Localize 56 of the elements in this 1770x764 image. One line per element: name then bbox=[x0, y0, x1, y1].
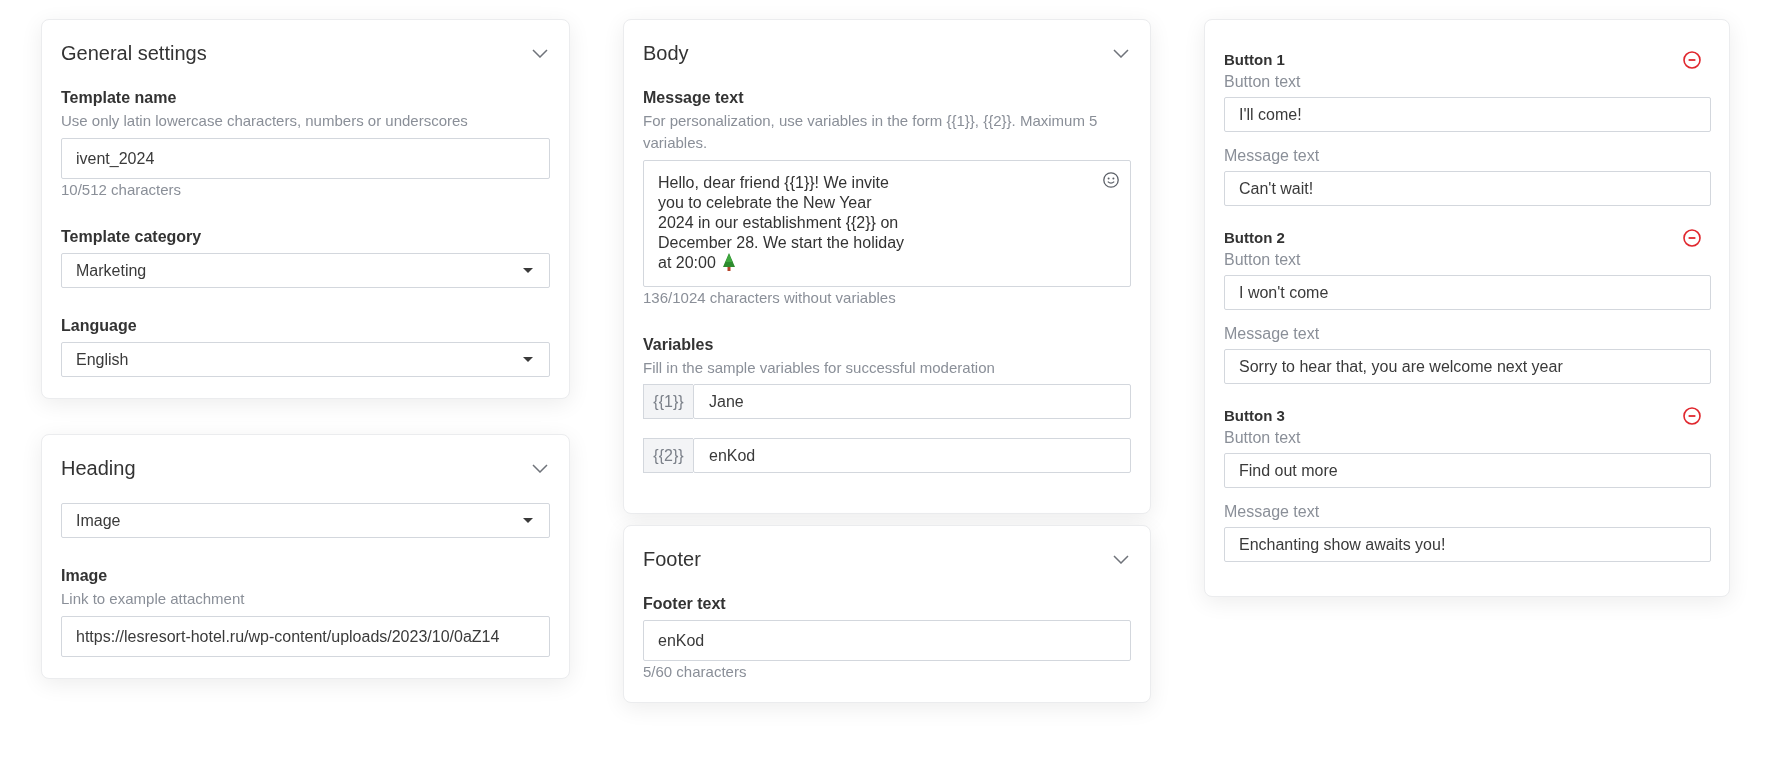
field-label: Button text bbox=[1224, 428, 1302, 448]
text-input[interactable]: enKod bbox=[643, 620, 1131, 661]
chevron-down-icon[interactable] bbox=[1113, 48, 1129, 58]
dropdown[interactable]: Image bbox=[61, 503, 550, 538]
text-input[interactable]: Find out more bbox=[1224, 453, 1711, 488]
text-input[interactable]: Can't wait! bbox=[1224, 171, 1711, 206]
text-input[interactable]: I won't come bbox=[1224, 275, 1711, 310]
section-title: Body bbox=[643, 41, 689, 65]
hint-text: Fill in the sample variables for successful moderation bbox=[643, 358, 996, 378]
field-label: Template category bbox=[61, 227, 203, 247]
minus-circle-icon[interactable] bbox=[1683, 51, 1701, 69]
hint-text: For personalization, use variables in the form {{1}}, {{2}}. Maximum 5 variables. bbox=[643, 111, 1099, 153]
minus-circle-icon[interactable] bbox=[1683, 229, 1701, 247]
dropdown[interactable]: Marketing bbox=[61, 253, 550, 288]
button-group-title: Button 1 bbox=[1224, 50, 1285, 70]
caret-icon bbox=[523, 268, 533, 273]
field-label: Message text bbox=[1224, 502, 1321, 522]
variable-tag: {{2}} bbox=[643, 438, 693, 473]
field-label: Message text bbox=[643, 88, 745, 108]
dropdown[interactable]: English bbox=[61, 342, 550, 377]
field-label: Button text bbox=[1224, 72, 1302, 92]
minus-circle-icon[interactable] bbox=[1683, 407, 1701, 425]
text-input[interactable]: https://lesresort-hotel.ru/wp-content/uploads/2023/10/0aZ14 bbox=[61, 616, 550, 657]
section-title: Heading bbox=[61, 456, 136, 480]
chevron-down-icon[interactable] bbox=[532, 463, 548, 473]
text-input[interactable]: ivent_2024 bbox=[61, 138, 550, 179]
text-input[interactable]: Sorry to hear that, you are welcome next year bbox=[1224, 349, 1711, 384]
field-label: Footer text bbox=[643, 594, 727, 614]
hint-text: Use only latin lowercase characters, numbers or underscores bbox=[61, 111, 469, 131]
field-label: Message text bbox=[1224, 324, 1321, 344]
caret-icon bbox=[523, 518, 533, 523]
field-label: Image bbox=[61, 566, 109, 586]
variable-input[interactable]: enKod bbox=[693, 438, 1131, 473]
field-label: Button text bbox=[1224, 250, 1302, 270]
character-counter: 136/1024 characters without variables bbox=[643, 289, 897, 307]
field-label: Message text bbox=[1224, 146, 1321, 166]
section-title: Footer bbox=[643, 547, 701, 571]
button-group-title: Button 2 bbox=[1224, 228, 1285, 248]
variable-tag: {{1}} bbox=[643, 384, 693, 419]
character-counter: 5/60 characters bbox=[643, 663, 748, 681]
field-label: Template name bbox=[61, 88, 178, 108]
section-title: General settings bbox=[61, 41, 207, 65]
text-input[interactable]: I'll come! bbox=[1224, 97, 1711, 132]
message-textarea[interactable]: Hello, dear friend {{1}}! We invite you to celebrate the New Year 2024 in our establishment {{2}} on December 28. We start the holiday at 20:00 bbox=[643, 160, 1131, 287]
button-group-title: Button 3 bbox=[1224, 406, 1285, 426]
text-input[interactable]: Enchanting show awaits you! bbox=[1224, 527, 1711, 562]
chevron-down-icon[interactable] bbox=[1113, 554, 1129, 564]
character-counter: 10/512 characters bbox=[61, 181, 183, 199]
caret-icon bbox=[523, 357, 533, 362]
field-label: Language bbox=[61, 316, 138, 336]
hint-text: Link to example attachment bbox=[61, 589, 246, 609]
variable-input[interactable]: Jane bbox=[693, 384, 1131, 419]
emoji-icon[interactable] bbox=[1103, 172, 1119, 188]
chevron-down-icon[interactable] bbox=[532, 48, 548, 58]
field-label: Variables bbox=[643, 335, 715, 355]
christmas-tree-icon bbox=[721, 253, 736, 271]
